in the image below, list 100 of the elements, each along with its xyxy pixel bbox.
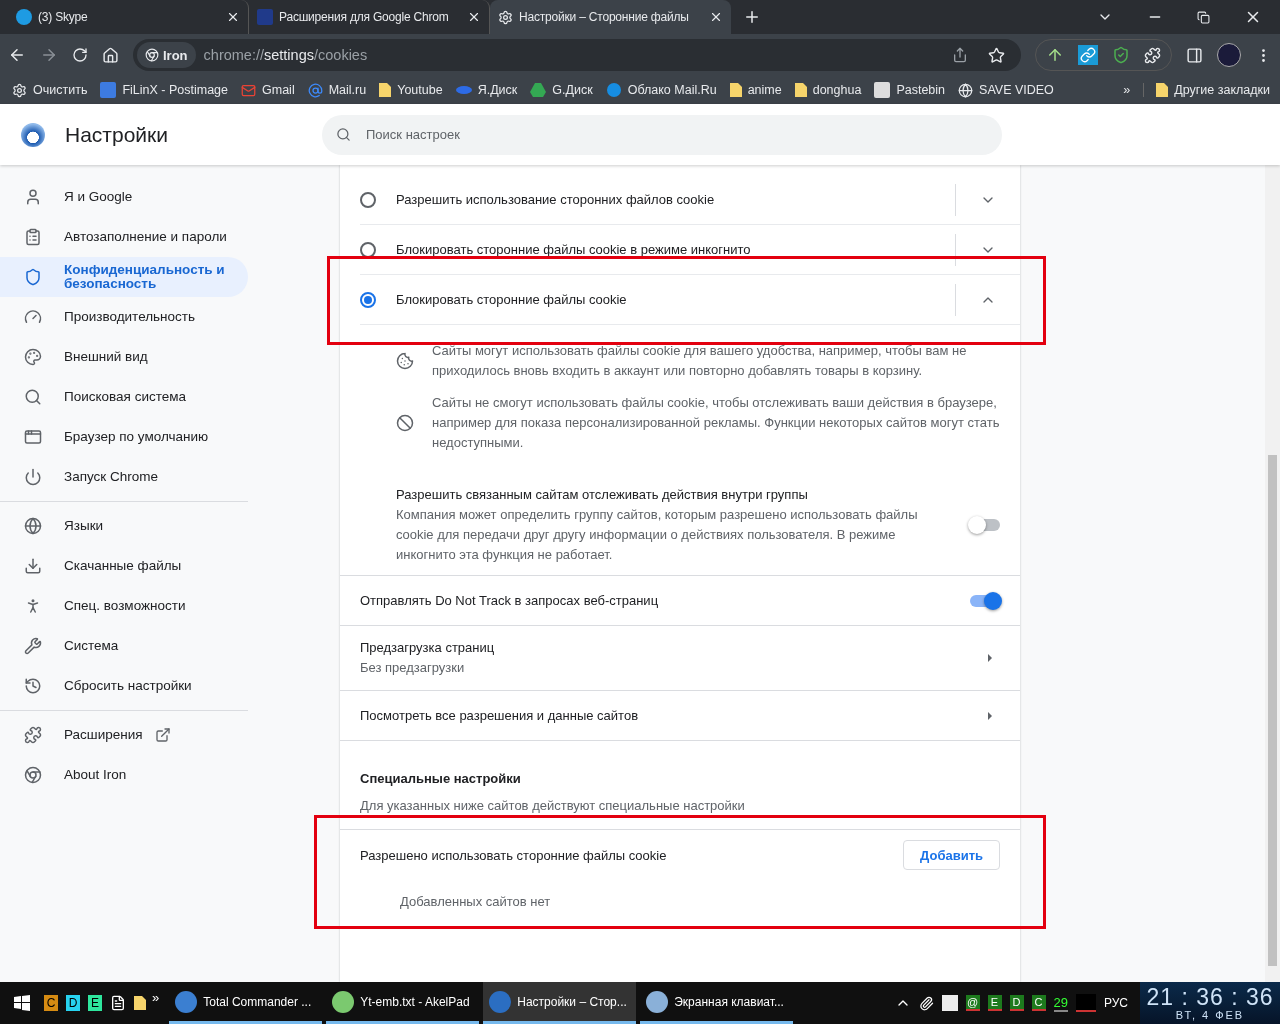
option-label: Разрешить использование сторонних файлов cookie bbox=[396, 192, 716, 207]
home-icon[interactable] bbox=[102, 46, 119, 64]
side-panel-icon[interactable] bbox=[1186, 46, 1203, 64]
description-text: Сайты не смогут использовать файлы cookie, чтобы отслеживать ваши действия в браузере, например для показа персонализированной рекламы. Функции некоторых сайтов могут стать недоступными. bbox=[432, 394, 1000, 452]
tray-icon[interactable]: @ bbox=[965, 995, 980, 1011]
paperclip-icon[interactable] bbox=[918, 995, 934, 1011]
new-tab-icon[interactable] bbox=[743, 8, 761, 26]
sidebar-item[interactable]: Языки bbox=[0, 506, 248, 546]
bookmark-item[interactable]: anime bbox=[729, 83, 782, 97]
sidebar-item[interactable]: Я и Google bbox=[0, 177, 248, 217]
sidebar-item[interactable]: About Iron bbox=[0, 755, 248, 795]
triangle-right-icon bbox=[986, 710, 994, 721]
document-icon[interactable] bbox=[110, 995, 126, 1011]
sidebar-item[interactable]: Конфиденциальность и безопасность bbox=[0, 257, 248, 297]
sidebar-item[interactable]: Сбросить настройки bbox=[0, 666, 248, 706]
folder-icon bbox=[379, 83, 392, 97]
close-icon[interactable] bbox=[226, 10, 240, 24]
setting-description: Компания может определить группу сайтов, которым разрешено использовать файлы cookie для передачи друг другу информации о действиях пользователя. В режиме инкогнито эта функция не работает. bbox=[396, 506, 919, 564]
sidebar-item[interactable]: Производительность bbox=[0, 297, 248, 337]
clock[interactable]: 21 : 36 : 36 ВТ, 4 ФЕВ bbox=[1140, 982, 1280, 1024]
puzzle-icon[interactable] bbox=[1144, 46, 1161, 64]
close-icon[interactable] bbox=[467, 10, 481, 24]
close-icon[interactable] bbox=[709, 10, 723, 24]
drive-shortcut[interactable]: D bbox=[66, 995, 80, 1011]
bookmark-item[interactable]: Облако Mail.Ru bbox=[605, 83, 717, 97]
sidebar-item[interactable]: Автозаполнение и пароли bbox=[0, 217, 248, 257]
bookmark-item[interactable]: donghua bbox=[794, 83, 862, 97]
triangle-right-icon bbox=[986, 653, 994, 663]
bookmark-item[interactable]: Я.Диск bbox=[455, 83, 518, 97]
sidebar-item[interactable]: Система bbox=[0, 626, 248, 666]
palette-icon bbox=[24, 348, 42, 366]
option-label: Блокировать сторонние файлы cookie в режиме инкогнито bbox=[396, 242, 752, 257]
forward-icon[interactable] bbox=[40, 46, 58, 64]
setting-title: Разрешить связанным сайтам отслеживать действия внутри группы bbox=[396, 486, 809, 504]
folder-icon bbox=[729, 83, 742, 97]
site-logo-icon bbox=[257, 9, 273, 25]
sidebar-item[interactable]: Скачанные файлы bbox=[0, 546, 248, 586]
back-icon[interactable] bbox=[8, 46, 26, 64]
settings-row[interactable]: Посмотреть все разрешения и данные сайтов bbox=[340, 691, 1020, 741]
sidebar-item[interactable]: Внешний вид bbox=[0, 337, 248, 377]
disk-logo-icon bbox=[455, 85, 472, 95]
browser-logo-icon bbox=[21, 122, 45, 147]
sidebar-item[interactable]: Расширения bbox=[0, 715, 248, 755]
tray-icon[interactable]: D bbox=[1009, 995, 1024, 1011]
restore-icon[interactable] bbox=[1197, 10, 1210, 24]
settings-row[interactable]: Отправлять Do Not Track в запросах веб-страниц bbox=[340, 576, 1020, 626]
language-indicator[interactable]: РУС bbox=[1103, 996, 1128, 1010]
bookmark-item[interactable]: SAVE VIDEO bbox=[958, 82, 1054, 98]
bookmark-item[interactable]: Очистить bbox=[12, 82, 88, 98]
radio-button[interactable] bbox=[360, 241, 376, 258]
app-icon bbox=[175, 990, 198, 1013]
bookmark-item[interactable]: Youtube bbox=[379, 83, 443, 97]
sidebar-item[interactable]: Спец. возможности bbox=[0, 586, 248, 626]
empty-list-text: Добавленных сайтов нет bbox=[399, 893, 552, 911]
address-bar[interactable]: Iron chrome://settings/cookies bbox=[133, 39, 1021, 71]
sidebar-item[interactable]: Браузер по умолчанию bbox=[0, 417, 248, 457]
share-icon[interactable] bbox=[952, 47, 968, 63]
at-sign-icon bbox=[307, 82, 323, 98]
taskbar-button[interactable]: Настройки – Стор... bbox=[483, 982, 637, 1024]
taskbar-button[interactable]: Экранная клавиат... bbox=[640, 982, 794, 1024]
tray-icon[interactable]: E bbox=[987, 995, 1002, 1011]
windows-logo-icon[interactable] bbox=[14, 995, 30, 1011]
radio-button[interactable] bbox=[360, 291, 376, 308]
app-icon bbox=[646, 990, 669, 1013]
tray-icon[interactable]: C bbox=[1031, 995, 1046, 1011]
shield-check-icon[interactable] bbox=[1112, 46, 1130, 64]
bookmark-star-icon[interactable] bbox=[988, 46, 1005, 64]
reload-icon[interactable] bbox=[72, 47, 88, 63]
search-field[interactable]: Поиск настроек bbox=[322, 114, 1002, 155]
site-chip[interactable]: Iron bbox=[137, 42, 196, 68]
bookmark-item[interactable]: FiLinX - Postimage bbox=[100, 82, 229, 98]
triangle-logo-icon bbox=[530, 83, 547, 97]
app-icon bbox=[489, 990, 512, 1013]
sidebar-item[interactable]: Запуск Chrome bbox=[0, 457, 248, 497]
bookmark-item[interactable]: G.Диск bbox=[530, 83, 593, 97]
tray-counter[interactable]: 29 bbox=[1053, 994, 1068, 1012]
radio-button[interactable] bbox=[360, 191, 376, 208]
drive-shortcut[interactable]: C bbox=[44, 995, 58, 1011]
globe-icon bbox=[958, 82, 974, 98]
scrollbar-thumb[interactable] bbox=[1268, 455, 1277, 966]
overflow-chevron[interactable]: » bbox=[152, 989, 160, 1005]
bookmark-folder[interactable]: Другие закладки bbox=[1143, 83, 1270, 97]
settings-row[interactable]: Предзагрузка страниц Без предзагрузки bbox=[340, 626, 1020, 691]
browser-tab[interactable]: Настройки – Сторонние файлы bbox=[490, 0, 731, 34]
taskbar-button[interactable]: Yt-emb.txt - AkelPad bbox=[326, 982, 480, 1024]
drive-shortcut[interactable]: E bbox=[88, 995, 102, 1011]
bookmark-item[interactable]: Mail.ru bbox=[307, 82, 367, 98]
tray-icon[interactable] bbox=[1075, 994, 1096, 1012]
bookmarks-overflow[interactable]: » bbox=[1123, 83, 1131, 97]
avatar[interactable] bbox=[1217, 43, 1241, 67]
folder-icon bbox=[794, 83, 807, 97]
setting-title: Отправлять Do Not Track в запросах веб-страниц bbox=[360, 591, 660, 610]
add-button[interactable]: Добавить bbox=[903, 840, 1000, 870]
link-icon[interactable] bbox=[1078, 45, 1098, 65]
bookmark-item[interactable]: Gmail bbox=[241, 82, 295, 98]
app-icon bbox=[332, 990, 355, 1013]
taskbar-button[interactable]: Total Commander ... bbox=[169, 982, 323, 1024]
sidebar-item[interactable]: Поисковая система bbox=[0, 377, 248, 417]
page-title: Настройки bbox=[65, 122, 169, 147]
bookmark-item[interactable]: Pastebin bbox=[874, 82, 946, 98]
